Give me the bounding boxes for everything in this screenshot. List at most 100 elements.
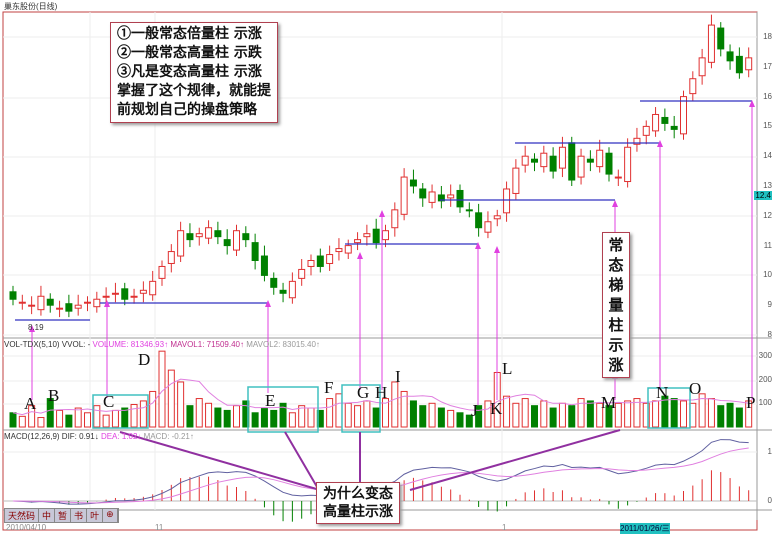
candle-up <box>205 227 213 239</box>
volume-bar <box>707 398 715 428</box>
annotation-letter: E <box>265 391 276 410</box>
candle-down <box>65 303 73 312</box>
candle-up <box>130 295 138 298</box>
candle-down <box>531 158 538 163</box>
candle-down <box>9 291 17 300</box>
toolbar-button[interactable]: 书 <box>71 509 88 522</box>
candle-up <box>577 155 585 178</box>
annotation-letter: G <box>357 383 370 402</box>
annotation-letter: D <box>138 350 151 369</box>
volume-bar <box>288 412 296 428</box>
highlight-box <box>92 394 149 429</box>
vol-mavol1-value: MAVOL1: 71509.40↑ <box>170 340 245 349</box>
candle-down <box>260 255 268 276</box>
candle-up <box>624 146 632 183</box>
annotation-letter: A <box>24 394 37 413</box>
candle-up <box>484 221 492 233</box>
candle-up <box>503 188 511 214</box>
vol-volume-value: VOLUME: 81346.93↑ <box>92 340 169 349</box>
price-axis-label: 8 <box>767 330 772 339</box>
annotation-letter: N <box>656 383 669 402</box>
volume-bar <box>437 407 445 428</box>
candle-up <box>326 254 334 264</box>
candle-up <box>344 245 352 254</box>
volume-bar <box>298 405 306 428</box>
candle-up <box>707 24 715 63</box>
volume-bar <box>177 381 185 428</box>
volume-axis-label: 300 <box>758 350 772 360</box>
bottom-toolbar: 天然码 中 暂 书 叶 ⊕ <box>4 508 119 523</box>
candle-up <box>93 298 101 308</box>
note-line: 为什么变态 <box>323 486 393 502</box>
volume-bar <box>9 412 17 428</box>
volume-bar <box>419 405 427 428</box>
volume-bar <box>18 415 26 428</box>
annotation-letter: C <box>103 392 115 411</box>
toolbar-button[interactable]: 叶 <box>87 509 104 522</box>
toolbar-button[interactable]: 中 <box>39 509 56 522</box>
candle-up <box>363 233 371 238</box>
candle-up <box>698 57 706 77</box>
arrow-head-icon <box>494 246 500 253</box>
pointer-line <box>409 429 621 491</box>
candle-down <box>586 158 594 163</box>
candle-up <box>177 230 185 257</box>
volume-bar <box>214 407 222 428</box>
candle-up <box>84 301 91 304</box>
volume-bar <box>260 407 268 428</box>
volume-axis-label: 100 <box>758 398 772 408</box>
volume-bar <box>428 402 436 428</box>
price-axis-label: 18 <box>763 32 772 41</box>
note-line: 掌握了这个规律，就能提 <box>117 83 271 99</box>
candle-up <box>111 292 119 295</box>
arrow-head-icon <box>357 252 363 259</box>
candle-up <box>689 78 697 95</box>
candle-up <box>56 307 64 310</box>
volume-bar <box>447 409 455 428</box>
volume-bar <box>344 402 352 428</box>
candle-up <box>37 295 45 311</box>
volume-bar <box>149 390 157 428</box>
candle-up <box>74 304 82 309</box>
volume-bar <box>363 400 371 428</box>
candle-up <box>335 248 343 253</box>
annotation-letter: K <box>490 399 503 418</box>
low-price-label: 8.19 <box>28 323 44 332</box>
volume-bar <box>167 369 175 428</box>
candle-down <box>475 212 483 229</box>
volume-bar <box>735 407 743 428</box>
volume-bar <box>195 398 203 428</box>
volume-bar <box>84 412 91 428</box>
candle-up <box>745 57 753 71</box>
stock-chart-window: 巢东股份(日线) VOL-TDX(5,10) VVOL: - VOLUME: 8… <box>0 0 772 534</box>
candle-up <box>298 268 306 279</box>
annotation-letter: H <box>375 383 388 402</box>
candle-down <box>717 27 725 50</box>
candle-up <box>493 215 501 220</box>
candle-up <box>158 265 166 279</box>
toolbar-button[interactable]: 暂 <box>55 509 72 522</box>
candle-up <box>428 191 436 203</box>
volume-bar <box>354 405 362 428</box>
volume-bar <box>102 414 110 428</box>
date-month-11: 11 <box>155 523 164 532</box>
candle-up <box>614 176 622 179</box>
candle-down <box>251 242 259 261</box>
annotation-letter: P <box>746 393 756 412</box>
toolbar-button[interactable]: ⊕ <box>103 509 118 522</box>
price-axis-label: 12 <box>763 210 772 220</box>
candle-down <box>279 289 287 294</box>
volume-bar <box>717 405 725 428</box>
candle-up <box>642 125 650 136</box>
candle-up <box>18 301 26 304</box>
candle-down <box>568 142 576 181</box>
candle-up <box>512 167 520 194</box>
volume-bar <box>586 400 594 428</box>
toolbar-button[interactable]: 天然码 <box>5 509 40 522</box>
candle-down <box>456 189 464 208</box>
candle-down <box>465 209 473 212</box>
volume-bar <box>335 393 343 428</box>
note-line: ①一般常态倍量柱 示涨 <box>117 26 262 42</box>
candle-down <box>409 179 417 187</box>
volume-bar <box>251 412 259 428</box>
